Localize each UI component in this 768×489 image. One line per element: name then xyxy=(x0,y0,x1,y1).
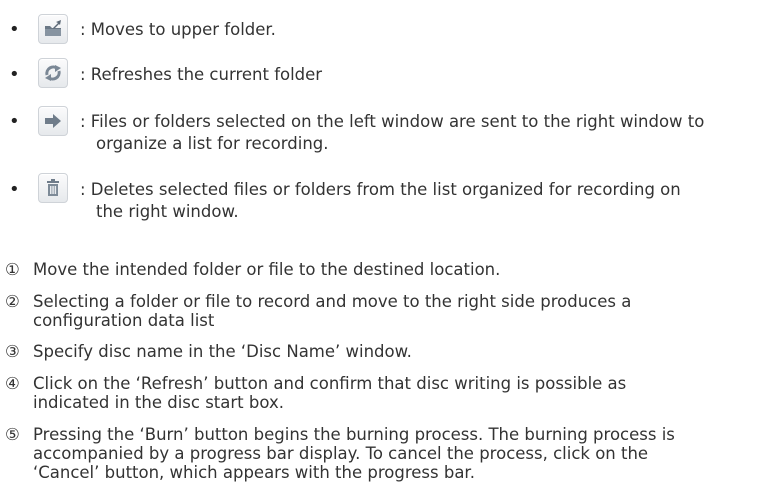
step-text-line: indicated in the disc start box. xyxy=(33,393,284,412)
step-text-line: Selecting a folder or file to record and… xyxy=(33,292,632,311)
step-text-line: Move the intended folder or file to the … xyxy=(33,260,501,279)
step-text-line: accompanied by a progress bar display. T… xyxy=(33,444,649,463)
bullet-dot: • xyxy=(9,179,20,200)
arrow-right-icon xyxy=(38,106,68,136)
step-text-line: ‘Cancel’ button, which appears with the … xyxy=(33,463,475,482)
bullet-dot: • xyxy=(9,64,20,85)
bullet-text-line: organize a list for recording. xyxy=(96,134,329,153)
step-text-line: Specify disc name in the ‘Disc Name’ win… xyxy=(33,342,412,361)
upper-folder-icon xyxy=(38,14,68,44)
bullet-dot: • xyxy=(9,19,20,40)
step-number: ① xyxy=(5,260,20,279)
bullet-dot: • xyxy=(9,111,20,132)
bullet-text: : Moves to upper folder. xyxy=(80,20,276,39)
step-number: ③ xyxy=(5,342,20,361)
bullet-text-line: : Deletes selected files or folders from… xyxy=(80,180,681,199)
step-number: ④ xyxy=(5,374,20,393)
step-number: ② xyxy=(5,292,20,311)
step-text-line: configuration data list xyxy=(33,311,215,330)
trash-icon xyxy=(38,173,68,203)
step-text-line: Click on the ‘Refresh’ button and confir… xyxy=(33,374,627,393)
refresh-icon xyxy=(38,58,68,88)
step-number: ⑤ xyxy=(5,425,20,444)
bullet-text: : Refreshes the current folder xyxy=(80,65,323,84)
bullet-text-line: the right window. xyxy=(96,202,239,221)
bullet-text-line: : Files or folders selected on the left … xyxy=(80,112,705,131)
step-text-line: Pressing the ‘Burn’ button begins the bu… xyxy=(33,425,675,444)
